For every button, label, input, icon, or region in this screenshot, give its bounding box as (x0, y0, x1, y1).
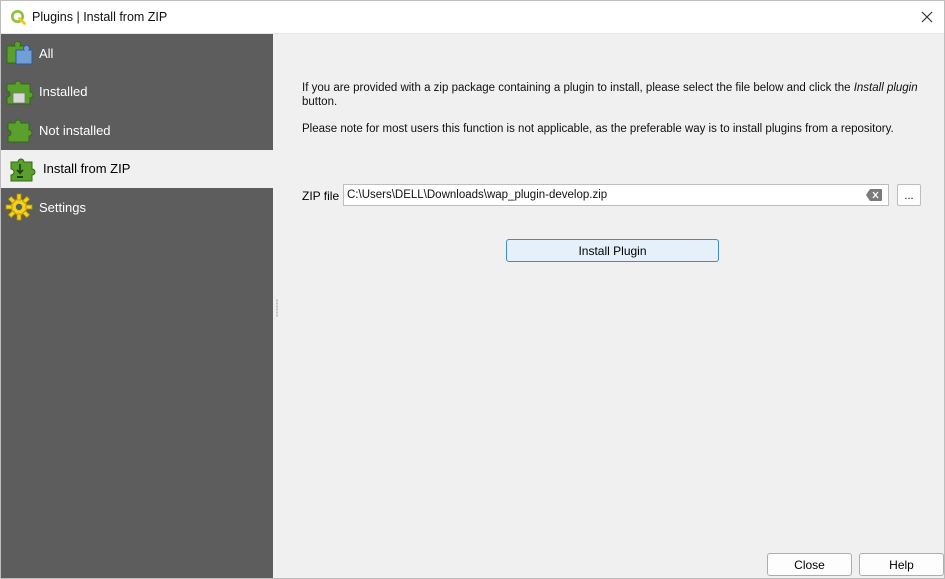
zip-file-input[interactable]: C:\Users\DELL\Downloads\wap_plugin-devel… (343, 184, 889, 206)
sidebar-item-not-installed[interactable]: Not installed (1, 111, 273, 150)
clear-icon[interactable] (866, 189, 882, 201)
install-plugin-emphasis: Install plugin (853, 82, 918, 94)
sidebar-item-label: Settings (39, 199, 86, 215)
puzzle-zip-icon (10, 158, 36, 182)
sidebar-item-label: Not installed (39, 122, 111, 138)
puzzle-not-installed-icon (7, 119, 33, 143)
sidebar-item-label: Install from ZIP (43, 161, 131, 177)
sidebar-item-label: All (39, 45, 54, 61)
qgis-logo-icon (11, 10, 26, 25)
sidebar: All Installed Not installed Install from… (1, 34, 273, 578)
title-bar: Plugins | Install from ZIP (1, 1, 944, 34)
puzzle-all-icon (6, 41, 33, 65)
gear-icon (5, 193, 33, 221)
plugins-dialog: Plugins | Install from ZIP All Installed (0, 0, 945, 579)
close-icon (921, 11, 933, 23)
close-window-button[interactable] (910, 1, 944, 33)
zip-file-label: ZIP file (302, 189, 340, 203)
intro-text: If you are provided with a zip package c… (302, 82, 918, 108)
sidebar-item-all[interactable]: All (1, 34, 273, 73)
puzzle-installed-icon (6, 80, 34, 105)
note-text: Please note for most users this function… (302, 123, 894, 135)
close-button[interactable]: Close (767, 553, 852, 576)
zip-file-path: C:\Users\DELL\Downloads\wap_plugin-devel… (347, 189, 608, 201)
window-title: Plugins | Install from ZIP (32, 10, 168, 24)
sidebar-item-label: Installed (39, 84, 88, 100)
help-button[interactable]: Help (859, 553, 944, 576)
sidebar-item-settings[interactable]: Settings (1, 188, 273, 227)
install-from-zip-panel: If you are provided with a zip package c… (273, 34, 944, 578)
sidebar-item-install-from-zip[interactable]: Install from ZIP (1, 149, 273, 188)
sidebar-item-installed[interactable]: Installed (1, 73, 273, 112)
install-plugin-button[interactable]: Install Plugin (506, 239, 719, 262)
browse-button[interactable]: ... (897, 184, 921, 206)
